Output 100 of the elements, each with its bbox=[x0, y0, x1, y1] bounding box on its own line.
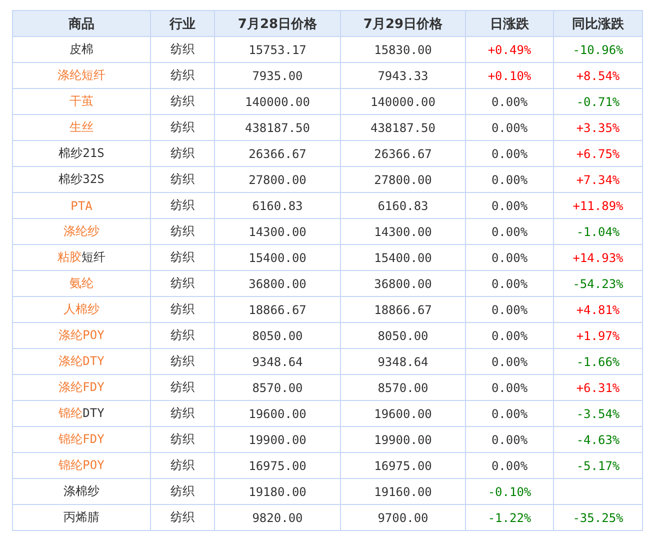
table-cell: 纺织 bbox=[150, 296, 214, 322]
product-link[interactable]: PTA bbox=[70, 198, 92, 212]
table-cell: 0.00% bbox=[466, 192, 554, 218]
table-cell: 7943.33 bbox=[340, 62, 466, 88]
table-cell: 8570.00 bbox=[214, 374, 340, 400]
table-cell: 0.00% bbox=[466, 114, 554, 140]
table-cell: -1.66% bbox=[554, 348, 642, 374]
table-cell: 8050.00 bbox=[340, 322, 466, 348]
table-cell: 7935.00 bbox=[214, 62, 340, 88]
table-cell: 19600.00 bbox=[340, 400, 466, 426]
product-name: 皮棉 bbox=[70, 42, 94, 56]
table-cell: +11.89% bbox=[554, 192, 642, 218]
column-header: 同比涨跌 bbox=[554, 10, 642, 36]
table-cell: -4.63% bbox=[554, 426, 642, 452]
product-link[interactable]: 氨纶 bbox=[70, 276, 94, 290]
table-cell: 26366.67 bbox=[340, 140, 466, 166]
table-cell: 纺织 bbox=[150, 140, 214, 166]
table-cell: 纺织 bbox=[150, 218, 214, 244]
product-link[interactable]: 涤纶DTY bbox=[58, 354, 104, 368]
table-cell: 6160.83 bbox=[340, 192, 466, 218]
table-cell: 0.00% bbox=[466, 452, 554, 478]
table-cell: 18866.67 bbox=[214, 296, 340, 322]
table-cell: 27800.00 bbox=[214, 166, 340, 192]
table-cell: +6.75% bbox=[554, 140, 642, 166]
table-cell: 140000.00 bbox=[340, 88, 466, 114]
product-name: DTY bbox=[82, 406, 104, 420]
table-cell: 15400.00 bbox=[214, 244, 340, 270]
table-cell: 0.00% bbox=[466, 88, 554, 114]
table-cell: 14300.00 bbox=[214, 218, 340, 244]
product-link[interactable]: 人棉纱 bbox=[64, 302, 100, 316]
product-link[interactable]: 锦纶POY bbox=[58, 458, 104, 472]
product-link[interactable]: 涤纶FDY bbox=[58, 380, 104, 394]
table-cell: 19180.00 bbox=[214, 478, 340, 504]
table-cell: 18866.67 bbox=[340, 296, 466, 322]
product-link[interactable]: 生丝 bbox=[70, 120, 94, 134]
table-cell: 纺织 bbox=[150, 374, 214, 400]
product-link[interactable]: 粘胶 bbox=[58, 250, 82, 264]
product-name: 短纤 bbox=[82, 250, 106, 264]
column-header: 7月28日价格 bbox=[214, 10, 340, 36]
table-cell: 14300.00 bbox=[340, 218, 466, 244]
column-header: 商品 bbox=[12, 10, 150, 36]
table-cell: 19600.00 bbox=[214, 400, 340, 426]
table-cell: 纺织 bbox=[150, 322, 214, 348]
table-cell: 纺织 bbox=[150, 348, 214, 374]
table-cell: 0.00% bbox=[466, 426, 554, 452]
table-cell: +0.49% bbox=[466, 36, 554, 62]
column-header: 行业 bbox=[150, 10, 214, 36]
table-cell: 纺织 bbox=[150, 244, 214, 270]
table-cell: 0.00% bbox=[466, 322, 554, 348]
table-cell: 19900.00 bbox=[214, 426, 340, 452]
table-cell: 0.00% bbox=[466, 270, 554, 296]
table-cell: 0.00% bbox=[466, 374, 554, 400]
table-cell: 纺织 bbox=[150, 400, 214, 426]
table-cell: 0.00% bbox=[466, 400, 554, 426]
table-cell: 6160.83 bbox=[214, 192, 340, 218]
table-cell: 0.00% bbox=[466, 140, 554, 166]
table-cell: 438187.50 bbox=[340, 114, 466, 140]
table-cell: 19160.00 bbox=[340, 478, 466, 504]
table-cell: 36800.00 bbox=[340, 270, 466, 296]
table-cell: 纺织 bbox=[150, 504, 214, 530]
table-cell: 8570.00 bbox=[340, 374, 466, 400]
table-cell: 纺织 bbox=[150, 192, 214, 218]
table-cell: 纺织 bbox=[150, 270, 214, 296]
table-cell: 纺织 bbox=[150, 166, 214, 192]
table-cell: -1.04% bbox=[554, 218, 642, 244]
product-link[interactable]: 干茧 bbox=[70, 94, 94, 108]
table-cell: 纺织 bbox=[150, 36, 214, 62]
table-cell: +6.31% bbox=[554, 374, 642, 400]
table-cell: +14.93% bbox=[554, 244, 642, 270]
table-cell: 19900.00 bbox=[340, 426, 466, 452]
table-cell: +3.35% bbox=[554, 114, 642, 140]
table-cell: 纺织 bbox=[150, 478, 214, 504]
table-cell: -1.22% bbox=[466, 504, 554, 530]
table-cell: 0.00% bbox=[466, 244, 554, 270]
table-cell: 纺织 bbox=[150, 88, 214, 114]
table-cell: -54.23% bbox=[554, 270, 642, 296]
table-cell: -3.54% bbox=[554, 400, 642, 426]
table-cell: 纺织 bbox=[150, 62, 214, 88]
product-name: 涤棉纱 bbox=[64, 484, 100, 498]
product-link[interactable]: 涤纶POY bbox=[58, 328, 104, 342]
table-cell: -5.17% bbox=[554, 452, 642, 478]
table-cell: +4.81% bbox=[554, 296, 642, 322]
table-cell: 36800.00 bbox=[214, 270, 340, 296]
column-header: 日涨跌 bbox=[466, 10, 554, 36]
product-name: 丙烯腈 bbox=[64, 510, 100, 524]
column-header: 7月29日价格 bbox=[340, 10, 466, 36]
table-cell: 438187.50 bbox=[214, 114, 340, 140]
product-link[interactable]: 锦纶FDY bbox=[58, 432, 104, 446]
table-cell: -10.96% bbox=[554, 36, 642, 62]
table-cell: 8050.00 bbox=[214, 322, 340, 348]
table-cell: 15753.17 bbox=[214, 36, 340, 62]
product-name: 棉纱21S bbox=[58, 146, 104, 160]
product-name: 棉纱32S bbox=[58, 172, 104, 186]
product-link[interactable]: 锦纶 bbox=[58, 406, 83, 420]
table-cell: -0.10% bbox=[466, 478, 554, 504]
table-cell: 纺织 bbox=[150, 452, 214, 478]
product-link[interactable]: 涤纶短纤 bbox=[58, 68, 106, 82]
product-link[interactable]: 涤纶纱 bbox=[64, 224, 100, 238]
table-cell: +8.54% bbox=[554, 62, 642, 88]
table-cell: 9348.64 bbox=[340, 348, 466, 374]
